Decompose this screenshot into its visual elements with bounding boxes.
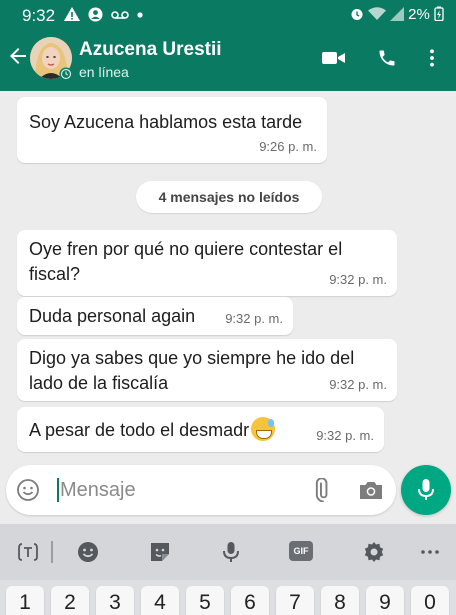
battery-level: 2% — [408, 6, 430, 23]
message-time: 9:32 p. m. — [225, 311, 283, 326]
account-icon — [88, 7, 103, 22]
emoji-icon[interactable] — [16, 478, 40, 502]
status-time: 9:32 — [22, 6, 56, 25]
dot-icon — [137, 12, 143, 18]
voice-message-button[interactable] — [401, 465, 451, 515]
sticker-icon[interactable] — [148, 540, 172, 564]
message-bubble[interactable]: Soy Azucena hablamos esta tarde 9:26 p. … — [17, 97, 327, 163]
message-time: 9:32 p. m. — [329, 377, 387, 392]
key-6[interactable]: 6 — [231, 586, 269, 615]
phone-icon[interactable] — [375, 48, 399, 68]
contact-name[interactable]: Azucena Urestii — [79, 39, 222, 61]
toolbar-separator — [51, 541, 53, 563]
emoji-icon[interactable] — [76, 540, 100, 564]
key-5[interactable]: 5 — [186, 586, 224, 615]
status-bar: 9:32 2% — [0, 0, 456, 30]
key-4[interactable]: 4 — [141, 586, 179, 615]
signal-icon — [389, 7, 404, 21]
chat-area[interactable]: Soy Azucena hablamos esta tarde 9:26 p. … — [0, 91, 456, 524]
message-bubble[interactable]: A pesar de todo el desmadr 9:32 p. m. — [17, 407, 384, 452]
text-cursor — [57, 478, 59, 502]
key-3[interactable]: 3 — [96, 586, 134, 615]
video-call-icon[interactable] — [322, 48, 346, 68]
contact-status: en línea — [79, 64, 129, 80]
key-2[interactable]: 2 — [51, 586, 89, 615]
key-7[interactable]: 7 — [276, 586, 314, 615]
message-bubble[interactable]: Oye fren por qué no quiere contestar el … — [17, 230, 397, 296]
gif-icon[interactable]: GIF — [289, 541, 313, 561]
status-notification-icons — [64, 7, 143, 23]
message-time: 9:32 p. m. — [329, 272, 387, 287]
alarm-icon — [351, 9, 363, 20]
key-9[interactable]: 9 — [366, 586, 404, 615]
status-right: 2% — [350, 6, 444, 23]
more-horiz-icon[interactable] — [418, 540, 442, 564]
chat-header: 9:32 2% Azucena Urestii en línea — [0, 0, 456, 91]
wifi-icon — [367, 7, 386, 20]
message-composer — [6, 465, 396, 515]
keyboard-toolbar: GIF — [0, 524, 456, 580]
message-input[interactable] — [60, 476, 280, 504]
message-bubble[interactable]: Digo ya sabes que yo siempre he ido del … — [17, 339, 397, 401]
message-text: A pesar de todo el desmadr — [29, 420, 250, 440]
back-arrow-icon[interactable] — [6, 44, 30, 68]
battery-charging-icon — [434, 6, 444, 22]
translate-icon[interactable] — [16, 540, 40, 564]
key-8[interactable]: 8 — [321, 586, 359, 615]
message-text: Soy Azucena hablamos esta tarde — [29, 112, 303, 132]
unread-divider: 4 mensajes no leídos — [136, 181, 322, 213]
mic-icon — [418, 479, 434, 500]
keyboard-number-row: 1 2 3 4 5 6 7 8 9 0 — [0, 580, 456, 615]
key-1[interactable]: 1 — [6, 586, 44, 615]
message-bubble[interactable]: Duda personal again 9:32 p. m. — [17, 297, 293, 335]
settings-icon[interactable] — [362, 540, 386, 564]
warning-icon — [64, 7, 80, 21]
key-0[interactable]: 0 — [411, 586, 449, 615]
grinning-sweat-emoji-icon — [251, 417, 276, 441]
message-text: Oye fren por qué no quiere contestar el … — [29, 239, 343, 284]
attach-icon[interactable] — [310, 478, 334, 502]
camera-icon[interactable] — [358, 478, 384, 502]
message-time: 9:32 p. m. — [316, 428, 374, 443]
status-ring-icon — [59, 67, 73, 81]
message-time: 9:26 p. m. — [259, 139, 317, 154]
mic-icon[interactable] — [219, 540, 243, 564]
more-vert-icon[interactable] — [422, 48, 442, 68]
voicemail-icon — [110, 11, 129, 19]
message-text: Digo ya sabes que yo siempre he ido del … — [29, 348, 355, 393]
